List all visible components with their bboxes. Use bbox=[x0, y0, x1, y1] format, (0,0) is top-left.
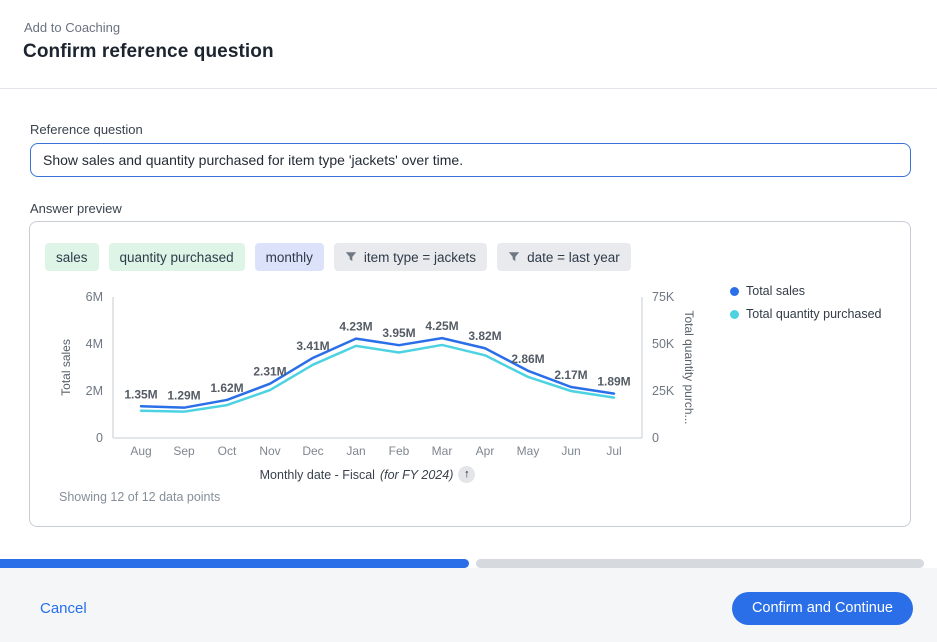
svg-text:3.95M: 3.95M bbox=[382, 326, 415, 340]
svg-text:2.31M: 2.31M bbox=[253, 365, 286, 379]
progress-fill bbox=[0, 559, 469, 568]
svg-text:2.17M: 2.17M bbox=[554, 368, 587, 382]
svg-text:75K: 75K bbox=[652, 290, 675, 304]
chip-quantity-purchased[interactable]: quantity purchased bbox=[109, 243, 245, 271]
answer-preview-label: Answer preview bbox=[30, 201, 122, 216]
x-axis-title-text: Monthly date - Fiscal bbox=[260, 468, 375, 482]
svg-text:2.86M: 2.86M bbox=[511, 352, 544, 366]
svg-text:4.25M: 4.25M bbox=[425, 319, 458, 333]
svg-text:0: 0 bbox=[652, 431, 659, 445]
svg-text:Nov: Nov bbox=[259, 444, 280, 458]
svg-text:1.89M: 1.89M bbox=[597, 375, 630, 389]
chip-label: item type = jackets bbox=[364, 250, 476, 265]
legend-label: Total sales bbox=[746, 284, 805, 298]
line-chart: 0 2M 4M 6M 0 25K 50K 75K Aug Sep Oct Nov Dec Jan Feb Ma… bbox=[40, 282, 730, 474]
svg-text:1.62M: 1.62M bbox=[210, 381, 243, 395]
svg-text:Mar: Mar bbox=[432, 444, 453, 458]
svg-text:50K: 50K bbox=[652, 337, 675, 351]
svg-text:Apr: Apr bbox=[476, 444, 495, 458]
svg-text:Jun: Jun bbox=[561, 444, 580, 458]
chip-sales[interactable]: sales bbox=[45, 243, 99, 271]
filter-icon bbox=[345, 251, 357, 263]
legend-item[interactable]: Total sales bbox=[730, 284, 882, 298]
svg-text:2M: 2M bbox=[86, 384, 103, 398]
chips-row: sales quantity purchased monthly item type … bbox=[45, 243, 631, 271]
confirm-and-continue-button[interactable]: Confirm and Continue bbox=[732, 592, 913, 625]
page-title: Confirm reference question bbox=[23, 41, 274, 63]
legend-dot-icon bbox=[730, 287, 739, 296]
svg-text:6M: 6M bbox=[86, 290, 103, 304]
sort-ascending-badge[interactable]: ↑ bbox=[458, 466, 475, 483]
chip-monthly[interactable]: monthly bbox=[255, 243, 324, 271]
breadcrumb: Add to Coaching bbox=[24, 20, 120, 35]
svg-text:1.29M: 1.29M bbox=[167, 389, 200, 403]
footer: Cancel Confirm and Continue bbox=[0, 568, 937, 642]
chip-label: date = last year bbox=[527, 250, 620, 265]
svg-text:4.23M: 4.23M bbox=[339, 320, 372, 334]
svg-text:Aug: Aug bbox=[130, 444, 151, 458]
chip-label: quantity purchased bbox=[120, 250, 234, 265]
reference-question-input[interactable] bbox=[30, 143, 911, 177]
x-axis-title: Monthly date - Fiscal (for FY 2024) ↑ bbox=[103, 466, 632, 483]
svg-text:Sep: Sep bbox=[173, 444, 195, 458]
svg-text:May: May bbox=[517, 444, 540, 458]
svg-text:0: 0 bbox=[96, 431, 103, 445]
filter-icon bbox=[508, 251, 520, 263]
svg-text:Dec: Dec bbox=[302, 444, 323, 458]
chip-label: monthly bbox=[266, 250, 313, 265]
chip-item-type-jackets[interactable]: item type = jackets bbox=[334, 243, 487, 271]
legend-item[interactable]: Total quantity purchased bbox=[730, 307, 882, 321]
data-points-count: Showing 12 of 12 data points bbox=[59, 490, 220, 504]
chip-date-last-year[interactable]: date = last year bbox=[497, 243, 631, 271]
progress-track bbox=[476, 559, 925, 568]
x-axis-title-qualifier: (for FY 2024) bbox=[380, 468, 453, 482]
cancel-button[interactable]: Cancel bbox=[40, 600, 87, 617]
svg-text:Jul: Jul bbox=[606, 444, 621, 458]
svg-text:3.82M: 3.82M bbox=[468, 329, 501, 343]
svg-text:Total sales: Total sales bbox=[59, 339, 73, 396]
arrow-up-icon: ↑ bbox=[464, 469, 470, 480]
legend-label: Total quantity purchased bbox=[746, 307, 882, 321]
svg-text:1.35M: 1.35M bbox=[124, 387, 157, 401]
svg-text:Total quantity purch...: Total quantity purch... bbox=[682, 310, 696, 424]
chart-legend: Total sales Total quantity purchased bbox=[730, 284, 882, 321]
header-divider bbox=[0, 88, 937, 89]
svg-text:Jan: Jan bbox=[346, 444, 365, 458]
svg-text:Feb: Feb bbox=[389, 444, 410, 458]
reference-question-label: Reference question bbox=[30, 122, 143, 137]
chip-label: sales bbox=[56, 250, 88, 265]
svg-text:25K: 25K bbox=[652, 384, 675, 398]
svg-text:3.41M: 3.41M bbox=[296, 339, 329, 353]
answer-preview-panel: sales quantity purchased monthly item type … bbox=[29, 221, 911, 527]
svg-text:Oct: Oct bbox=[218, 444, 237, 458]
legend-dot-icon bbox=[730, 310, 739, 319]
svg-text:4M: 4M bbox=[86, 337, 103, 351]
